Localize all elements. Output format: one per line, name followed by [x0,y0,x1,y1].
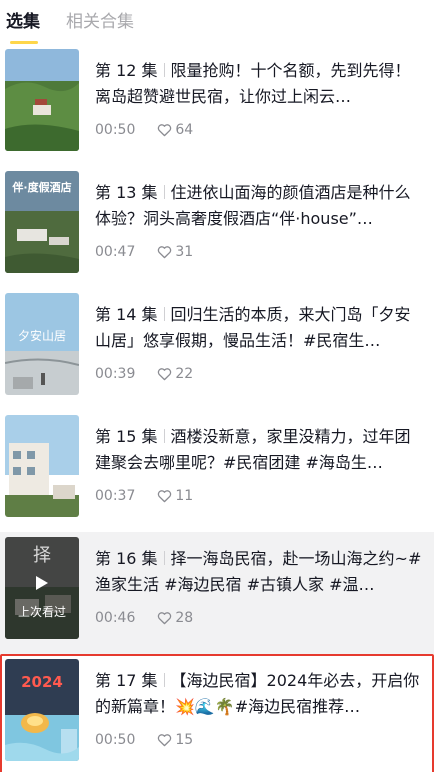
play-icon [36,576,48,590]
like-count: 11 [157,486,193,506]
last-watched-badge: 上次看过 [17,605,66,619]
like-count: 28 [157,608,193,628]
tab-episodes[interactable]: 选集 [6,10,40,34]
episode-item-15[interactable]: 第 15 集酒楼没新意，家里没精力，过年团建聚会去哪里呢？#民宿团建 #海岛生…… [0,410,434,532]
episode-duration: 00:50 [95,122,136,138]
thumbnail-caption: 伴·度假酒店 [12,181,72,194]
heart-icon [158,490,172,503]
episode-thumbnail [5,415,79,517]
episode-thumbnail [5,49,79,151]
episode-item-16[interactable]: 择 上次看过 第 16 集择一海岛民宿，赴一场山海之约~#渔家生活 #海边民宿 … [0,532,434,654]
episode-thumbnail: 伴·度假酒店 [5,171,79,273]
episode-duration: 00:46 [95,610,136,626]
episode-title: 第 12 集限量抢购！十个名额，先到先得！离岛超赞避世民宿，让你过上闲云… [95,61,411,106]
like-count: 15 [157,730,193,750]
episode-title: 第 17 集【海边民宿】2024年必去，开启你的新篇章！💥🌊🌴#海边民宿推荐… [95,671,420,716]
like-count: 64 [157,120,193,140]
heart-icon [158,368,172,381]
tab-related-collections[interactable]: 相关合集 [66,10,134,34]
episode-thumbnail: 2024 [5,659,79,761]
heart-icon [158,124,172,137]
episode-item-17[interactable]: 2024 第 17 集【海边民宿】2024年必去，开启你的新篇章！💥🌊🌴#海边民… [0,654,434,772]
episode-duration: 00:37 [95,488,136,504]
heart-icon [158,734,172,747]
episode-title: 第 16 集择一海岛民宿，赴一场山海之约~#渔家生活 #海边民宿 #古镇人家 #… [95,549,422,594]
episode-meta: 00:39 22 [95,364,193,384]
episode-meta: 00:50 15 [95,730,193,750]
episode-meta: 00:46 28 [95,608,193,628]
episode-duration: 00:50 [95,732,136,748]
episode-duration: 00:39 [95,366,136,382]
episode-meta: 00:37 11 [95,486,193,506]
like-count: 31 [157,242,193,262]
episode-title: 第 15 集酒楼没新意，家里没精力，过年团建聚会去哪里呢？#民宿团建 #海岛生… [95,427,411,472]
episode-thumbnail: 夕安山居 [5,293,79,395]
episode-tabs: 选集 相关合集 [0,0,434,44]
episode-item-13[interactable]: 伴·度假酒店 第 13 集住进依山面海的颜值酒店是种什么体验？洞头高奢度假酒店“… [0,166,434,288]
thumbnail-caption: 2024 [21,673,63,691]
thumbnail-caption: 夕安山居 [17,329,66,343]
heart-icon [158,612,172,625]
heart-icon [158,246,172,259]
thumbnail-caption: 择 [33,545,51,566]
episode-meta: 00:50 64 [95,120,193,140]
episode-item-12[interactable]: 第 12 集限量抢购！十个名额，先到先得！离岛超赞避世民宿，让你过上闲云… 00… [0,44,434,166]
episode-thumbnail: 择 上次看过 [5,537,79,639]
like-count: 22 [157,364,193,384]
episode-duration: 00:47 [95,244,136,260]
episode-title: 第 13 集住进依山面海的颜值酒店是种什么体验？洞头高奢度假酒店“伴·house… [95,183,411,228]
episode-meta: 00:47 31 [95,242,193,262]
episode-title: 第 14 集回归生活的本质，来大门岛「夕安山居」悠享假期，慢品生活！#民宿生… [95,305,411,350]
episode-item-14[interactable]: 夕安山居 第 14 集回归生活的本质，来大门岛「夕安山居」悠享假期，慢品生活！#… [0,288,434,410]
